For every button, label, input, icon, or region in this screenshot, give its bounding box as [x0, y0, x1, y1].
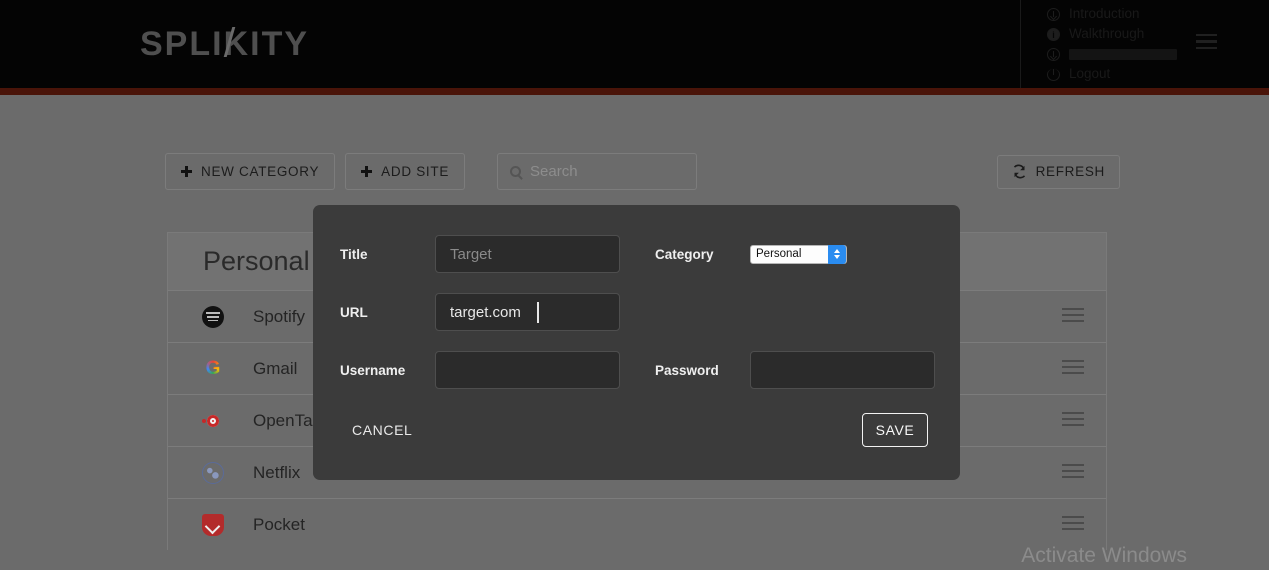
header-accent-bar	[0, 88, 1269, 95]
category-label: Category	[655, 246, 714, 262]
site-name: Netflix	[253, 462, 301, 482]
search-icon	[510, 166, 522, 177]
google-icon: G	[202, 358, 224, 380]
modal-row-credentials: Username Password	[340, 351, 935, 389]
page-body: NEW CATEGORY ADD SITE Search REFRESH Per…	[0, 95, 1269, 570]
save-button[interactable]: SAVE	[862, 413, 928, 447]
password-label: Password	[655, 362, 719, 378]
menu-item-introduction[interactable]: Introduction	[1047, 6, 1177, 23]
modal-actions: CANCEL SAVE	[340, 413, 928, 447]
splikity-logo: SPLIKITY	[140, 25, 309, 64]
toolbar: NEW CATEGORY ADD SITE Search REFRESH	[165, 153, 1120, 190]
category-title: Personal	[203, 246, 310, 276]
menu-item-logout[interactable]: Logout	[1046, 65, 1177, 83]
header-menu-links: Introduction Walkthrough Logout	[1021, 6, 1177, 83]
title-label: Title	[340, 246, 368, 262]
plus-icon	[361, 166, 373, 177]
url-label: URL	[340, 304, 368, 320]
header-user-menu: Introduction Walkthrough Logout	[1020, 0, 1269, 88]
site-name: Pocket	[253, 514, 305, 534]
hamburger-menu-icon[interactable]	[1196, 34, 1217, 53]
category-select[interactable]: Personal	[750, 244, 847, 264]
refresh-label: REFRESH	[1035, 164, 1105, 179]
category-select-value: Personal	[756, 248, 802, 260]
site-name: Gmail	[253, 358, 298, 378]
info-circle-icon	[1047, 27, 1060, 41]
menu-item-walkthrough-label: Walkthrough	[1069, 25, 1145, 41]
download-circle-icon	[1047, 47, 1060, 61]
add-site-label: ADD SITE	[381, 164, 450, 179]
menu-item-account-redacted[interactable]	[1047, 46, 1177, 63]
search-placeholder: Search	[530, 163, 578, 180]
drag-handle-icon[interactable]	[1062, 463, 1084, 482]
menu-item-walkthrough[interactable]: Walkthrough	[1047, 26, 1177, 43]
password-input[interactable]	[750, 351, 935, 389]
spotify-icon	[202, 305, 224, 328]
edit-site-modal: Title Category Personal URL Username Pas…	[313, 205, 960, 480]
modal-row-title: Title Category Personal	[340, 235, 928, 273]
new-category-label: NEW CATEGORY	[201, 164, 320, 179]
plus-icon	[181, 166, 192, 177]
drag-handle-icon[interactable]	[1062, 307, 1084, 326]
activate-windows-watermark: Activate Windows	[1021, 544, 1187, 567]
netflix-icon	[202, 461, 224, 484]
pocket-icon	[202, 513, 224, 536]
url-field-wrap	[435, 293, 620, 331]
opentab-icon	[202, 410, 224, 432]
search-field[interactable]: Search	[497, 153, 698, 190]
app-header: SPLIKITY Introduction Walkthrough Logout	[0, 0, 1269, 88]
menu-item-logout-label: Logout	[1069, 65, 1111, 81]
download-circle-icon	[1047, 7, 1060, 21]
refresh-button[interactable]: REFRESH	[996, 154, 1120, 189]
chevron-stepper-icon[interactable]	[828, 244, 846, 264]
drag-handle-icon[interactable]	[1062, 411, 1084, 430]
cancel-button[interactable]: CANCEL	[352, 422, 412, 438]
power-icon	[1046, 67, 1060, 81]
redacted-account-text	[1069, 48, 1177, 60]
menu-item-introduction-label: Introduction	[1069, 5, 1140, 21]
site-name: Spotify	[253, 306, 305, 326]
title-input[interactable]	[435, 235, 620, 273]
site-name: OpenTab	[253, 410, 322, 430]
refresh-icon	[1013, 164, 1025, 179]
drag-handle-icon[interactable]	[1062, 515, 1084, 534]
new-category-button[interactable]: NEW CATEGORY	[165, 153, 336, 190]
add-site-button[interactable]: ADD SITE	[345, 153, 466, 190]
modal-row-url: URL	[340, 293, 928, 331]
username-input[interactable]	[435, 351, 620, 389]
url-input[interactable]	[435, 293, 620, 331]
drag-handle-icon[interactable]	[1062, 359, 1084, 378]
table-row[interactable]: Pocket	[168, 498, 1106, 550]
username-label: Username	[340, 362, 406, 378]
